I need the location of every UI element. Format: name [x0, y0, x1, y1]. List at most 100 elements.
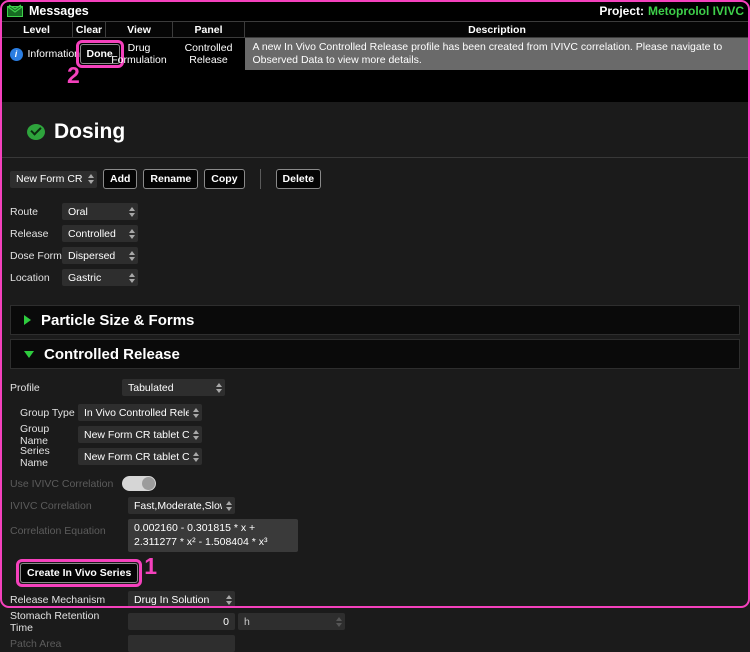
- copy-button[interactable]: Copy: [204, 169, 244, 189]
- spinner-icon: [226, 595, 232, 605]
- messages-titlebar: Messages Project:Metoprolol IVIVC: [0, 0, 750, 21]
- stomach-retention-input[interactable]: 0: [128, 613, 235, 630]
- expanded-triangle-icon: [24, 351, 34, 358]
- location-value: Gastric: [68, 272, 125, 284]
- messages-title: Messages: [29, 4, 89, 18]
- message-level: Information: [28, 48, 81, 60]
- dosing-toolbar: New Form CR Tablet Add Rename Copy Delet…: [10, 169, 740, 189]
- column-header-level[interactable]: Level: [1, 22, 73, 38]
- ivivc-correlation-row: IVIVC Correlation Fast,Moderate,Slow-LR2: [10, 497, 750, 514]
- column-header-clear[interactable]: Clear: [73, 22, 106, 38]
- annotation-step2-number: 2: [67, 62, 80, 89]
- release-dropdown[interactable]: Controlled: [62, 225, 138, 242]
- column-header-panel[interactable]: Panel: [173, 22, 245, 38]
- message-row: i Information Done Drug Formulation Cont…: [1, 38, 750, 71]
- dose-form-row: Dose Form Dispersed: [10, 247, 750, 264]
- spinner-icon: [216, 383, 222, 393]
- dosing-title: Dosing: [54, 120, 125, 144]
- series-name-row: Series Name New Form CR tablet Converted: [20, 448, 750, 465]
- profile-value: Tabulated: [128, 382, 212, 394]
- form-selector-value: New Form CR Tablet: [16, 173, 84, 185]
- spinner-icon: [129, 207, 135, 217]
- dosing-check-icon: [27, 124, 45, 140]
- release-row: Release Controlled: [10, 225, 750, 242]
- spinner-icon: [129, 273, 135, 283]
- route-dropdown[interactable]: Oral: [62, 203, 138, 220]
- dose-form-value: Dispersed: [68, 250, 125, 262]
- dose-form-dropdown[interactable]: Dispersed: [62, 247, 138, 264]
- profile-row: Profile Tabulated: [10, 379, 750, 396]
- project-label: Project:: [599, 4, 644, 18]
- patch-area-row: Patch Area: [10, 635, 750, 652]
- divider: [0, 157, 750, 158]
- ivivc-correlation-dropdown[interactable]: Fast,Moderate,Slow-LR2: [128, 497, 235, 514]
- release-label: Release: [10, 228, 62, 240]
- create-in-vivo-series-button[interactable]: Create In Vivo Series: [20, 563, 138, 583]
- use-ivivc-row: Use IVIVC Correlation: [10, 475, 750, 492]
- group-name-row: Group Name New Form CR tablet Converted: [20, 426, 750, 443]
- controlled-release-content: Profile Tabulated Group Type In Vivo Con…: [0, 379, 750, 652]
- series-name-dropdown[interactable]: New Form CR tablet Converted: [78, 448, 202, 465]
- annotation-step1-number: 1: [144, 553, 157, 580]
- ivivc-correlation-label: IVIVC Correlation: [10, 500, 118, 512]
- rename-button[interactable]: Rename: [143, 169, 198, 189]
- spinner-icon: [336, 617, 342, 627]
- route-row: Route Oral: [10, 203, 750, 220]
- ivivc-correlation-value: Fast,Moderate,Slow-LR2: [134, 500, 222, 512]
- spinner-icon: [193, 430, 199, 440]
- spinner-icon: [193, 452, 199, 462]
- add-button[interactable]: Add: [103, 169, 137, 189]
- group-type-dropdown[interactable]: In Vivo Controlled Release: [78, 404, 202, 421]
- spinner-icon: [129, 251, 135, 261]
- use-ivivc-label: Use IVIVC Correlation: [10, 478, 118, 490]
- project-indicator: Project:Metoprolol IVIVC: [599, 4, 744, 18]
- correlation-equation-row: Correlation Equation 0.002160 - 0.301815…: [10, 519, 750, 552]
- stomach-retention-unit-dropdown[interactable]: h: [238, 613, 345, 630]
- series-name-value: New Form CR tablet Converted: [84, 451, 189, 463]
- dosing-panel: Dosing New Form CR Tablet Add Rename Cop…: [0, 102, 750, 652]
- route-label: Route: [10, 206, 62, 218]
- toolbar-divider: [260, 169, 261, 189]
- profile-dropdown[interactable]: Tabulated: [122, 379, 225, 396]
- dose-form-label: Dose Form: [10, 250, 62, 262]
- stomach-retention-unit: h: [244, 616, 332, 628]
- patch-area-input[interactable]: [128, 635, 235, 652]
- particle-size-section-header[interactable]: Particle Size & Forms: [10, 305, 740, 335]
- release-mechanism-dropdown[interactable]: Drug In Solution: [128, 591, 235, 608]
- group-name-dropdown[interactable]: New Form CR tablet Converted: [78, 426, 202, 443]
- release-mechanism-label: Release Mechanism: [10, 594, 118, 606]
- annotation-box-step1: Create In Vivo Series: [16, 559, 142, 587]
- release-mechanism-row: Release Mechanism Drug In Solution: [10, 591, 750, 608]
- use-ivivc-toggle[interactable]: [122, 476, 156, 491]
- correlation-equation-label: Correlation Equation: [10, 519, 118, 537]
- group-type-label: Group Type: [20, 407, 78, 419]
- route-value: Oral: [68, 206, 125, 218]
- spinner-icon: [226, 501, 232, 511]
- spinner-icon: [88, 174, 94, 184]
- location-label: Location: [10, 272, 62, 284]
- controlled-release-section-header[interactable]: Controlled Release: [10, 339, 740, 369]
- location-row: Location Gastric: [10, 269, 750, 286]
- messages-header-row: Level Clear View Panel Description: [1, 22, 750, 38]
- particle-size-title: Particle Size & Forms: [41, 312, 194, 329]
- spinner-icon: [193, 408, 199, 418]
- column-header-view[interactable]: View: [106, 22, 173, 38]
- info-icon: i: [10, 48, 23, 61]
- envelope-icon: [7, 4, 23, 17]
- correlation-equation-value: 0.002160 - 0.301815 * x + 2.311277 * x² …: [128, 519, 298, 552]
- stomach-retention-label: Stomach Retention Time: [10, 610, 118, 634]
- release-value: Controlled: [68, 228, 125, 240]
- messages-panel: Messages Project:Metoprolol IVIVC Level …: [0, 0, 750, 102]
- column-header-description[interactable]: Description: [245, 22, 750, 38]
- collapsed-triangle-icon: [24, 315, 31, 325]
- stomach-retention-row: Stomach Retention Time 0 h: [10, 613, 750, 630]
- form-selector-dropdown[interactable]: New Form CR Tablet: [10, 171, 97, 188]
- messages-table: Level Clear View Panel Description i Inf…: [0, 21, 750, 70]
- spinner-icon: [129, 229, 135, 239]
- delete-button[interactable]: Delete: [276, 169, 322, 189]
- profile-label: Profile: [10, 382, 122, 394]
- message-panel: Controlled Release: [173, 38, 245, 71]
- controlled-release-title: Controlled Release: [44, 346, 180, 363]
- group-type-value: In Vivo Controlled Release: [84, 407, 189, 419]
- location-dropdown[interactable]: Gastric: [62, 269, 138, 286]
